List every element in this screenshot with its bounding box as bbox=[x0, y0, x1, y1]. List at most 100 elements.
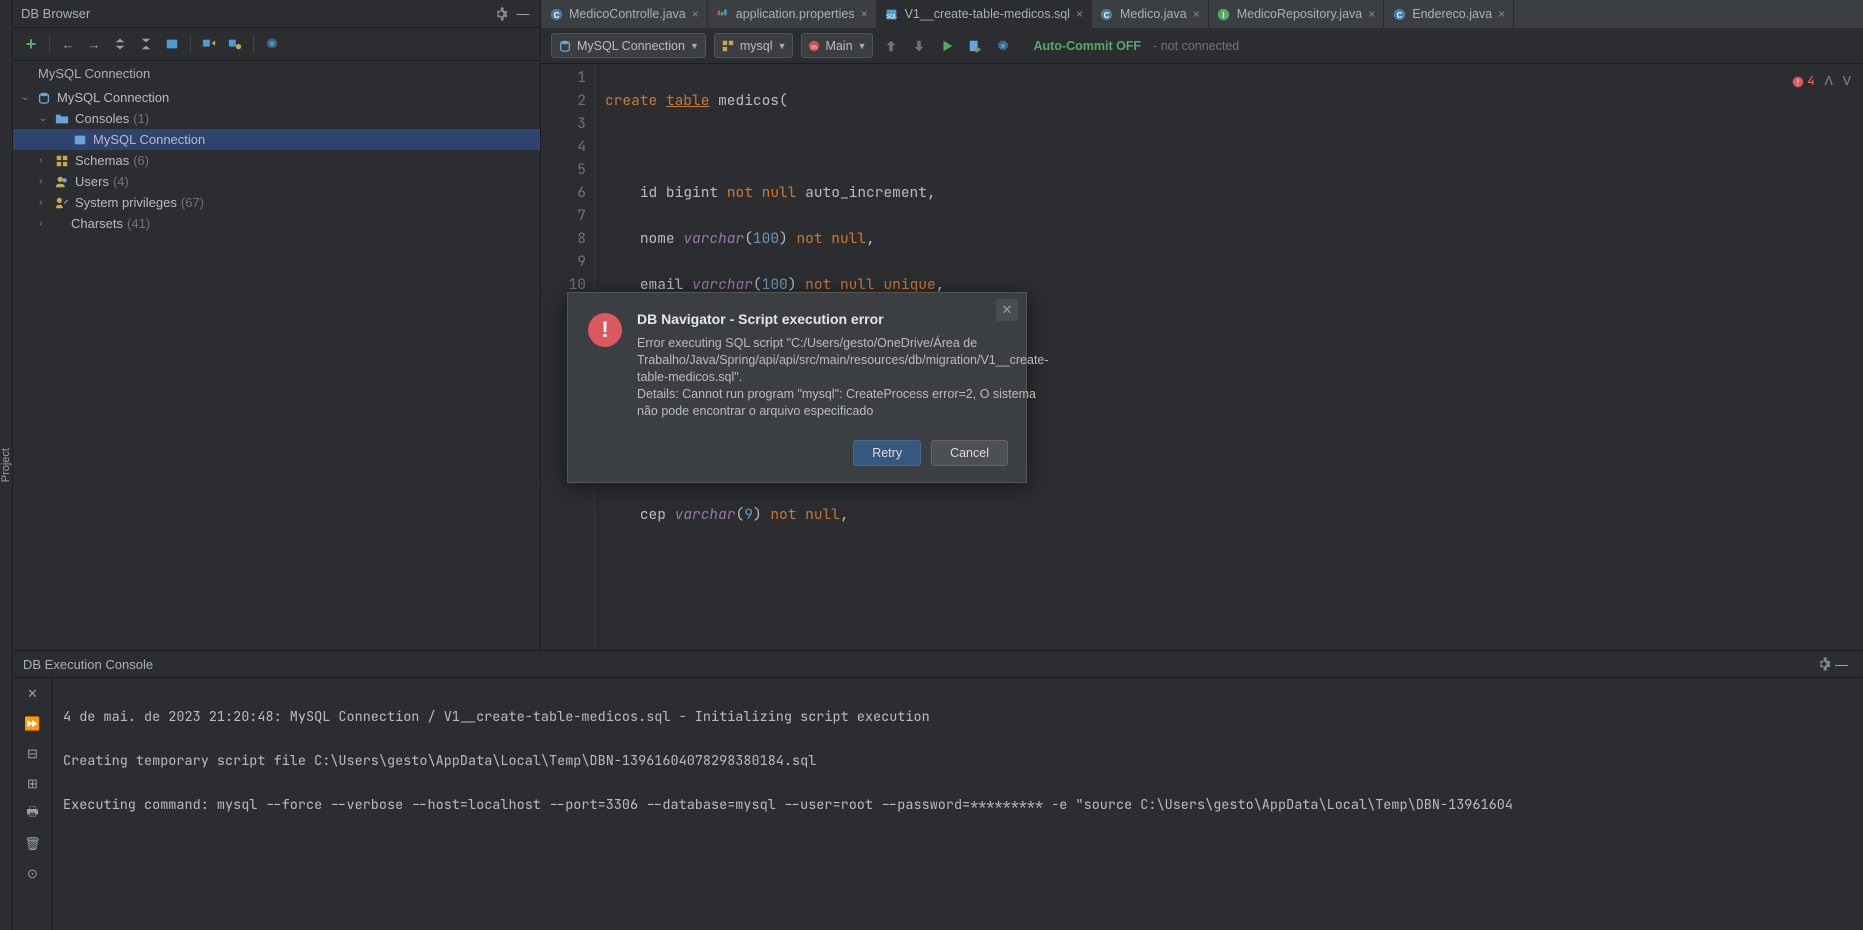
combo-label: mysql bbox=[740, 39, 773, 53]
chevron-right-icon: › bbox=[39, 176, 53, 187]
minimize-icon[interactable]: — bbox=[1835, 657, 1853, 672]
tree-charsets[interactable]: › Charsets (41) bbox=[13, 213, 540, 234]
trash-icon[interactable]: 🗑 bbox=[23, 834, 43, 854]
close-icon[interactable]: ✕ bbox=[23, 684, 43, 704]
folder-icon bbox=[53, 112, 71, 126]
error-icon: ! bbox=[588, 313, 622, 347]
db-browser-title: DB Browser bbox=[21, 6, 488, 21]
chevron-down-icon[interactable]: ᐯ bbox=[1843, 70, 1851, 93]
console-output[interactable]: 4 de mai. de 2023 21:20:48: MySQL Connec… bbox=[53, 678, 1863, 930]
plus-icon[interactable]: + bbox=[19, 32, 43, 56]
print-icon[interactable]: 🖶 bbox=[23, 804, 43, 824]
svg-text:I: I bbox=[1223, 10, 1225, 19]
tree-schemas[interactable]: › Schemas (6) bbox=[13, 150, 540, 171]
expand-icon[interactable] bbox=[134, 32, 158, 56]
cancel-button[interactable]: Cancel bbox=[931, 440, 1008, 466]
tab-label: V1__create-table-medicos.sql bbox=[905, 7, 1070, 21]
separator bbox=[49, 35, 50, 53]
commit-icon[interactable] bbox=[881, 36, 901, 56]
editor-toolbar: MySQL Connection ▼ mysql ▼ m Main ▼ bbox=[541, 28, 1863, 64]
inspection-widget[interactable]: !4 ᐱ ᐯ bbox=[1792, 70, 1851, 93]
chevron-down-icon: ⌄ bbox=[21, 92, 35, 103]
tree-privileges[interactable]: › System privileges (67) bbox=[13, 192, 540, 213]
chevron-right-icon: › bbox=[39, 218, 53, 229]
privileges-icon bbox=[53, 196, 71, 210]
svg-text:C: C bbox=[553, 10, 559, 19]
run-icon[interactable] bbox=[937, 36, 957, 56]
close-icon[interactable]: × bbox=[1368, 7, 1375, 21]
tab-endereco[interactable]: C Endereco.java × bbox=[1384, 0, 1514, 28]
refresh-icon[interactable] bbox=[197, 32, 221, 56]
interface-icon: I bbox=[1217, 7, 1231, 21]
method-combo[interactable]: m Main ▼ bbox=[801, 33, 873, 58]
close-icon[interactable]: ✕ bbox=[996, 299, 1018, 321]
close-icon[interactable]: × bbox=[1193, 7, 1200, 21]
tree-count: (6) bbox=[133, 153, 149, 168]
chevron-right-icon: › bbox=[39, 155, 53, 166]
settings-icon[interactable] bbox=[260, 32, 284, 56]
tab-properties[interactable]: application.properties × bbox=[708, 0, 877, 28]
editor-tabs: C MedicoControlle.java × application.pro… bbox=[541, 0, 1863, 28]
chevron-down-icon: ⌄ bbox=[39, 113, 53, 124]
layout-icon[interactable]: ⊟ bbox=[23, 744, 43, 764]
refresh-all-icon[interactable] bbox=[223, 32, 247, 56]
tree-label: System privileges bbox=[75, 195, 177, 210]
layout2-icon[interactable]: ⊞ bbox=[23, 774, 43, 794]
retry-button[interactable]: Retry bbox=[853, 440, 921, 466]
tree-users[interactable]: › Users (4) bbox=[13, 171, 540, 192]
svg-text:C: C bbox=[1104, 10, 1110, 19]
gear-icon[interactable] bbox=[492, 5, 510, 23]
tool-window-rail: Project DB Browser bbox=[0, 0, 13, 930]
tree-count: (4) bbox=[113, 174, 129, 189]
users-icon bbox=[53, 175, 71, 189]
rail-project[interactable]: Project bbox=[0, 440, 12, 490]
rollback-icon[interactable] bbox=[909, 36, 929, 56]
db-icon bbox=[35, 91, 53, 105]
combo-label: MySQL Connection bbox=[577, 39, 685, 53]
close-icon[interactable]: × bbox=[861, 7, 868, 21]
java-icon: C bbox=[1100, 7, 1114, 21]
tree-root[interactable]: ⌄ MySQL Connection bbox=[13, 87, 540, 108]
tab-sql-migration[interactable]: SQL V1__create-table-medicos.sql × bbox=[877, 0, 1092, 28]
tree-label: Charsets bbox=[71, 216, 123, 231]
tab-medicocontrolle[interactable]: C MedicoControlle.java × bbox=[541, 0, 708, 28]
forward-icon[interactable]: ⏩ bbox=[23, 714, 43, 734]
db-browser-header: DB Browser — bbox=[13, 0, 540, 28]
arrow-right-icon[interactable]: → bbox=[82, 32, 106, 56]
run-script-icon[interactable] bbox=[965, 36, 985, 56]
db-toolbar: + ← → bbox=[13, 28, 540, 61]
console-title: DB Execution Console bbox=[23, 657, 153, 672]
tab-label: MedicoControlle.java bbox=[569, 7, 686, 21]
tree-consoles[interactable]: ⌄ Consoles (1) bbox=[13, 108, 540, 129]
schema-combo[interactable]: mysql ▼ bbox=[714, 33, 794, 58]
minimize-icon[interactable]: — bbox=[514, 5, 532, 23]
more-icon[interactable]: ⊙ bbox=[23, 864, 43, 884]
error-count[interactable]: !4 bbox=[1792, 70, 1814, 93]
tab-repository[interactable]: I MedicoRepository.java × bbox=[1209, 0, 1385, 28]
schema-icon bbox=[721, 39, 735, 53]
tab-label: Medico.java bbox=[1120, 7, 1187, 21]
sql-icon: SQL bbox=[885, 7, 899, 21]
tab-medico[interactable]: C Medico.java × bbox=[1092, 0, 1209, 28]
dialog-body: ! DB Navigator - Script execution error … bbox=[568, 293, 1026, 428]
console-panel: DB Execution Console — ✕ ⏩ ⊟ ⊞ 🖶 🗑 ⊙ 4 d… bbox=[13, 650, 1863, 930]
console-body: ✕ ⏩ ⊟ ⊞ 🖶 🗑 ⊙ 4 de mai. de 2023 21:20:48… bbox=[13, 678, 1863, 930]
close-icon[interactable]: × bbox=[1498, 7, 1505, 21]
connection-combo[interactable]: MySQL Connection ▼ bbox=[551, 33, 706, 58]
tree-label: Schemas bbox=[75, 153, 129, 168]
tree-console-item[interactable]: MySQL Connection bbox=[13, 129, 540, 150]
chevron-down-icon: ▼ bbox=[858, 41, 867, 51]
close-icon[interactable]: × bbox=[692, 7, 699, 21]
chevron-up-icon[interactable]: ᐱ bbox=[1825, 70, 1833, 93]
gear-icon[interactable] bbox=[1817, 657, 1835, 671]
tab-label: application.properties bbox=[736, 7, 855, 21]
arrow-left-icon[interactable]: ← bbox=[56, 32, 80, 56]
method-icon: m bbox=[808, 40, 820, 52]
tree-label: MySQL Connection bbox=[93, 132, 205, 147]
consoles-icon[interactable] bbox=[160, 32, 184, 56]
collapse-icon[interactable] bbox=[108, 32, 132, 56]
settings-icon[interactable] bbox=[993, 36, 1013, 56]
tree-count: (67) bbox=[181, 195, 204, 210]
close-icon[interactable]: × bbox=[1076, 7, 1083, 21]
separator bbox=[190, 35, 191, 53]
